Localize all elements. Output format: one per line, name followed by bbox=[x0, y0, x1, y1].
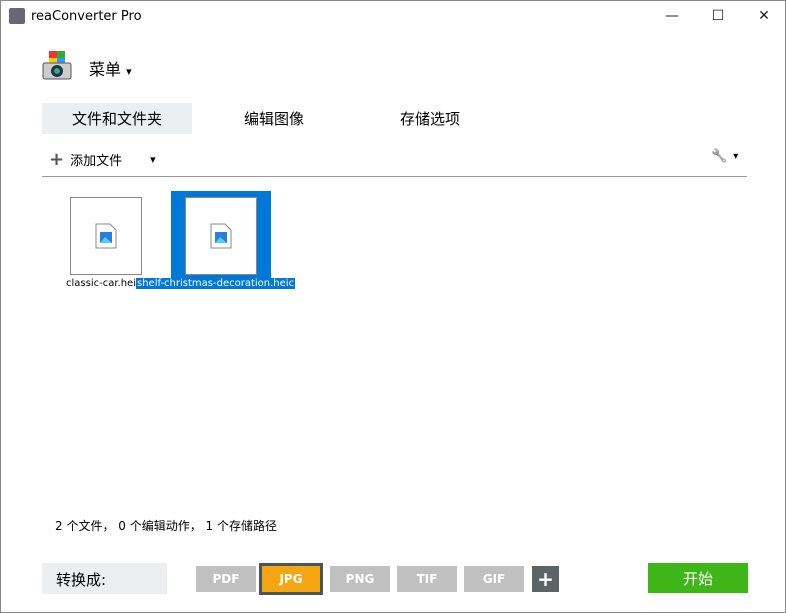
start-button[interactable]: 开始 bbox=[648, 563, 748, 593]
menu-label: 菜单 bbox=[89, 60, 122, 79]
chevron-down-icon[interactable]: ▾ bbox=[150, 153, 156, 166]
maximize-button[interactable]: ☐ bbox=[695, 1, 741, 31]
format-tif[interactable]: TIF bbox=[397, 566, 457, 592]
minimize-button[interactable]: — bbox=[649, 1, 695, 31]
settings-button[interactable]: 🔧 ▾ bbox=[711, 149, 738, 164]
add-format-button[interactable]: + bbox=[532, 566, 559, 592]
status-text: 2 个文件， 0 个编辑动作， 1 个存储路径 bbox=[55, 519, 277, 533]
chevron-down-icon: ▾ bbox=[733, 151, 739, 162]
format-gif[interactable]: GIF bbox=[464, 566, 524, 592]
tab-files[interactable]: 文件和文件夹 bbox=[42, 103, 192, 134]
main-menu[interactable]: 菜单 ▾ bbox=[89, 56, 132, 80]
window-title: reaConverter Pro bbox=[31, 9, 142, 24]
add-files-button[interactable]: + 添加文件 ▾ bbox=[49, 149, 156, 170]
add-files-label: 添加文件 bbox=[70, 154, 123, 169]
chevron-down-icon: ▾ bbox=[126, 65, 132, 78]
tab-save[interactable]: 存储选项 bbox=[355, 103, 505, 134]
format-png[interactable]: PNG bbox=[330, 566, 390, 592]
close-button[interactable]: ✕ bbox=[741, 1, 786, 31]
tab-edit[interactable]: 编辑图像 bbox=[199, 103, 349, 134]
divider bbox=[42, 176, 747, 177]
format-jpg[interactable]: JPG bbox=[259, 563, 323, 595]
format-pdf[interactable]: PDF bbox=[196, 566, 256, 592]
file-name[interactable]: classic-car.heic bbox=[66, 278, 141, 289]
app-icon bbox=[9, 8, 25, 24]
image-file-icon bbox=[95, 223, 117, 249]
file-name-selected[interactable]: shelf-christmas-decoration.heic bbox=[136, 278, 296, 289]
file-thumbnail[interactable] bbox=[185, 197, 257, 275]
convert-to-label: 转换成: bbox=[42, 563, 167, 594]
plus-icon: + bbox=[49, 149, 65, 170]
file-thumbnail[interactable] bbox=[70, 197, 142, 275]
image-file-icon bbox=[210, 223, 232, 249]
app-logo-icon[interactable] bbox=[41, 49, 73, 81]
wrench-icon: 🔧 bbox=[711, 149, 728, 164]
